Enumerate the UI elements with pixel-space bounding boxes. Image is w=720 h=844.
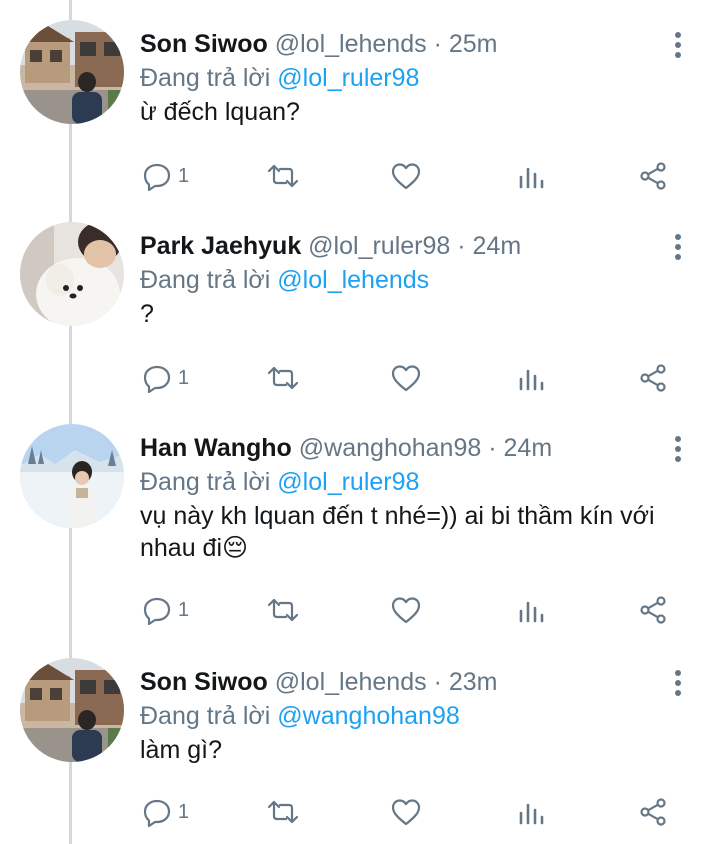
analytics-button[interactable] [516, 358, 546, 398]
tweet-header: Son Siwoo @lol_lehends · 23m [140, 666, 497, 698]
timestamp[interactable]: 23m [449, 668, 498, 696]
tweet-header: Park Jaehyuk @lol_ruler98 · 24m [140, 230, 521, 262]
reply-count: 1 [178, 800, 190, 823]
tweet-text: ? [140, 300, 154, 328]
replying-label: Đang trả lời [140, 468, 271, 496]
analytics-icon [516, 161, 546, 191]
author-handle[interactable]: @wanghohan98 [299, 434, 481, 462]
reply-button[interactable]: 1 [142, 156, 189, 196]
mention-link[interactable]: @wanghohan98 [277, 702, 459, 730]
author-handle[interactable]: @lol_lehends [275, 668, 427, 696]
author-name[interactable]: Han Wangho [140, 434, 292, 462]
like-icon [390, 797, 422, 827]
author-name[interactable]: Son Siwoo [140, 668, 268, 696]
share-icon [638, 161, 668, 191]
tweet[interactable]: Han Wangho @wanghohan98 · 24m Đang trả l… [0, 424, 720, 649]
reply-icon [142, 797, 172, 827]
more-icon[interactable] [665, 232, 691, 262]
retweet-icon [266, 797, 300, 827]
tweet-actions: 1 [130, 590, 690, 630]
reply-button[interactable]: 1 [142, 792, 189, 832]
like-icon [390, 363, 422, 393]
separator-dot: · [433, 668, 442, 696]
tweet-actions: 1 [130, 792, 690, 832]
reply-button[interactable]: 1 [142, 358, 189, 398]
replying-label: Đang trả lời [140, 702, 271, 730]
retweet-icon [266, 595, 300, 625]
like-button[interactable] [390, 358, 422, 398]
author-handle[interactable]: @lol_ruler98 [308, 232, 450, 260]
analytics-button[interactable] [516, 792, 546, 832]
analytics-button[interactable] [516, 590, 546, 630]
retweet-icon [266, 363, 300, 393]
tweet-actions: 1 [130, 358, 690, 398]
avatar[interactable] [20, 658, 124, 762]
retweet-button[interactable] [266, 358, 300, 398]
tweet-actions: 1 [130, 156, 690, 196]
separator-dot: · [433, 30, 442, 58]
avatar[interactable] [20, 20, 124, 124]
like-button[interactable] [390, 590, 422, 630]
reply-icon [142, 595, 172, 625]
tweet-text: làm gì? [140, 736, 222, 764]
replying-to: Đang trả lời @wanghohan98 [140, 700, 460, 732]
share-icon [638, 595, 668, 625]
more-icon[interactable] [665, 434, 691, 464]
analytics-icon [516, 595, 546, 625]
share-icon [638, 797, 668, 827]
tweet[interactable]: Park Jaehyuk @lol_ruler98 · 24m Đang trả… [0, 222, 720, 407]
more-icon[interactable] [665, 668, 691, 698]
reply-count: 1 [178, 598, 190, 621]
author-handle[interactable]: @lol_lehends [275, 30, 427, 58]
like-button[interactable] [390, 156, 422, 196]
timestamp[interactable]: 24m [504, 434, 553, 462]
tweet-text: vụ này kh lquan đến t nhé=)) ai bi thầm … [140, 502, 655, 562]
reply-icon [142, 161, 172, 191]
share-icon [638, 363, 668, 393]
share-button[interactable] [638, 358, 668, 398]
replying-label: Đang trả lời [140, 266, 271, 294]
share-button[interactable] [638, 792, 668, 832]
like-icon [390, 595, 422, 625]
separator-dot: · [488, 434, 497, 462]
tweet-text: ừ đếch lquan? [140, 98, 300, 126]
analytics-icon [516, 363, 546, 393]
retweet-button[interactable] [266, 156, 300, 196]
analytics-icon [516, 797, 546, 827]
retweet-icon [266, 161, 300, 191]
author-name[interactable]: Park Jaehyuk [140, 232, 301, 260]
retweet-button[interactable] [266, 590, 300, 630]
reply-icon [142, 363, 172, 393]
like-button[interactable] [390, 792, 422, 832]
reply-button[interactable]: 1 [142, 590, 189, 630]
timestamp[interactable]: 24m [473, 232, 522, 260]
replying-to: Đang trả lời @lol_lehends [140, 264, 429, 296]
author-name[interactable]: Son Siwoo [140, 30, 268, 58]
retweet-button[interactable] [266, 792, 300, 832]
tweet-header: Han Wangho @wanghohan98 · 24m [140, 432, 552, 464]
mention-link[interactable]: @lol_ruler98 [277, 64, 419, 92]
separator-dot: · [457, 232, 466, 260]
tweet-header: Son Siwoo @lol_lehends · 25m [140, 28, 497, 60]
mention-link[interactable]: @lol_lehends [277, 266, 429, 294]
replying-to: Đang trả lời @lol_ruler98 [140, 466, 419, 498]
timestamp[interactable]: 25m [449, 30, 498, 58]
tweet[interactable]: Son Siwoo @lol_lehends · 23m Đang trả lờ… [0, 658, 720, 844]
analytics-button[interactable] [516, 156, 546, 196]
share-button[interactable] [638, 156, 668, 196]
reply-count: 1 [178, 366, 190, 389]
share-button[interactable] [638, 590, 668, 630]
mention-link[interactable]: @lol_ruler98 [277, 468, 419, 496]
avatar[interactable] [20, 222, 124, 326]
tweet[interactable]: Son Siwoo @lol_lehends · 25m Đang trả lờ… [0, 20, 720, 205]
replying-label: Đang trả lời [140, 64, 271, 92]
more-icon[interactable] [665, 30, 691, 60]
replying-to: Đang trả lời @lol_ruler98 [140, 62, 419, 94]
reply-count: 1 [178, 164, 190, 187]
like-icon [390, 161, 422, 191]
avatar[interactable] [20, 424, 124, 528]
